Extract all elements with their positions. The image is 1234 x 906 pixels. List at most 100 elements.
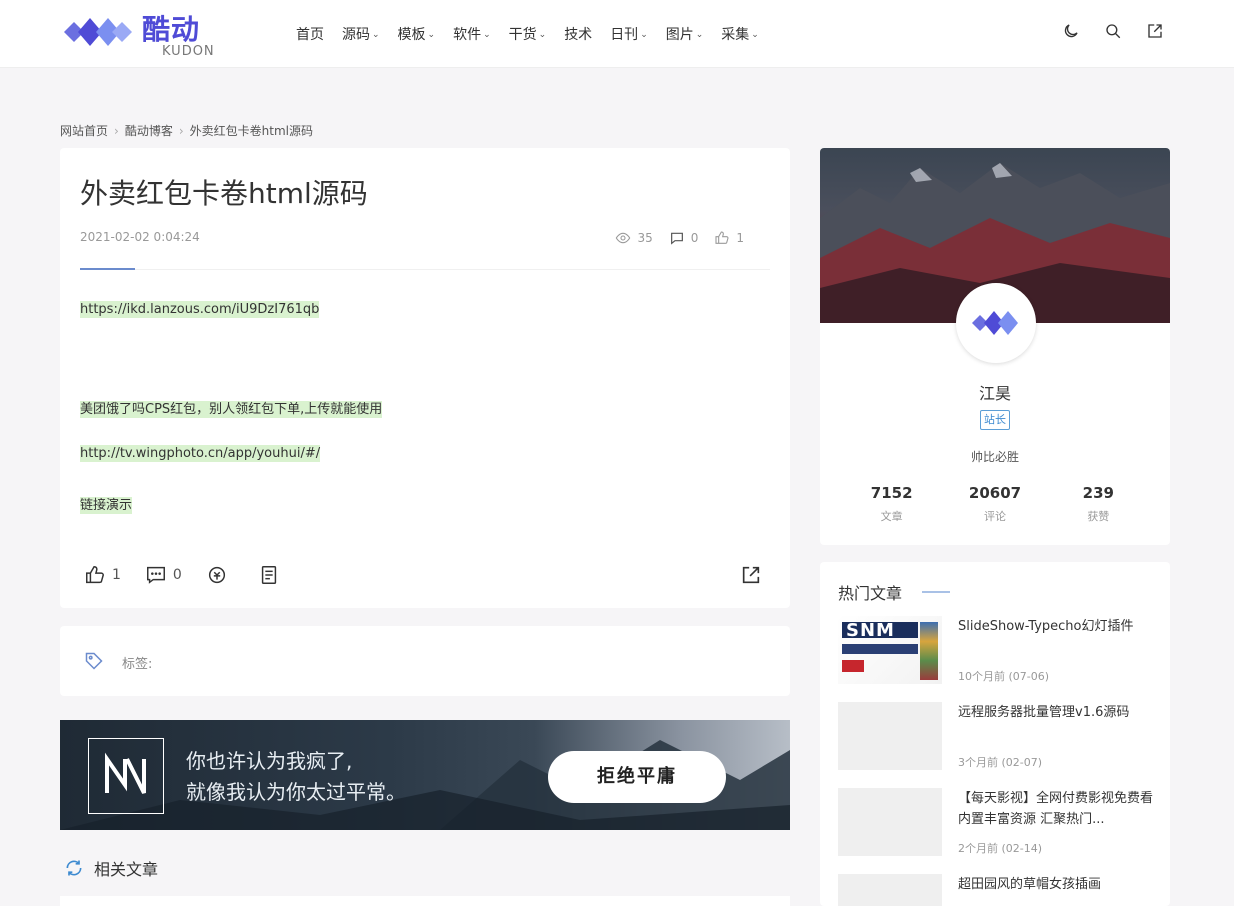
article-thumbnail[interactable] (838, 788, 942, 856)
hot-item-title[interactable]: SlideShow-Typecho幻灯插件 (958, 616, 1154, 637)
admin-badge: 站长 (980, 410, 1010, 430)
logo-text-cn: 酷动 (142, 13, 201, 46)
nav-label: 软件 (453, 27, 482, 43)
chevron-down-icon: ⌄ (372, 30, 380, 40)
breadcrumb-home[interactable]: 网站首页 (60, 124, 108, 138)
title-divider (80, 269, 770, 270)
nav-label: 首页 (296, 27, 324, 43)
chevron-down-icon: ⌄ (695, 30, 704, 40)
list-item[interactable]: 【每天影视】全网付费影视免费看 内置丰富资源 汇聚热门... 2个月前 (02-… (838, 788, 1158, 858)
edit-icon[interactable] (1146, 22, 1164, 40)
avatar-logo-icon (972, 311, 1018, 335)
thumb-decoration (842, 660, 864, 672)
hot-item-title[interactable]: 远程服务器批量管理v1.6源码 (958, 702, 1154, 723)
hot-item-title[interactable]: 超田园风的草帽女孩插画 (958, 874, 1154, 895)
breadcrumb-category[interactable]: 酷动博客 (125, 124, 173, 138)
banner-logo-icon (105, 752, 146, 794)
like-count: 1 (112, 567, 121, 583)
article-date: 2021-02-02 0:04:24 (80, 230, 200, 244)
profile-motto: 帅比必胜 (970, 450, 1019, 464)
search-icon[interactable] (1104, 22, 1122, 40)
poster-button[interactable] (258, 564, 286, 586)
list-item[interactable]: 远程服务器批量管理v1.6源码 3个月前 (02-07) (838, 702, 1158, 772)
reward-icon (208, 566, 225, 584)
list-item[interactable]: SNM SlideShow-Typecho幻灯插件 10个月前 (07-06) (838, 616, 1158, 686)
banner-line-2: 就像我认为你太过平常。 (186, 780, 406, 804)
nav-item-goods[interactable]: 干货 ⌄ (509, 24, 547, 44)
nav-item-home[interactable]: 首页 (296, 24, 324, 44)
article-card: 外卖红包卡卷html源码 2021-02-02 0:04:24 35 0 1 h… (60, 148, 790, 608)
article-thumbnail[interactable] (838, 874, 942, 906)
comment-count: 0 (172, 567, 182, 583)
nav-item-software[interactable]: 软件 ⌄ (453, 24, 491, 44)
hot-item-date: 10个月前 (07-06) (958, 670, 1050, 683)
chevron-down-icon: ⌄ (483, 30, 491, 40)
content-description: 美团饿了吗CPS红包，别人领红包下单,上传就能使用 (80, 401, 383, 418)
tag-icon (85, 652, 103, 670)
avatar[interactable] (956, 283, 1036, 363)
logo-icon (64, 18, 132, 46)
nav-label: 图片 (665, 27, 694, 43)
nav-item-templates[interactable]: 模板 ⌄ (398, 24, 436, 44)
nav-item-images[interactable]: 图片 ⌄ (666, 24, 704, 44)
comment-icon (670, 232, 683, 245)
banner-logo-mark (88, 738, 164, 814)
profile-name: 江昊 (978, 384, 1011, 403)
banner-cta-button[interactable]: 拒绝平庸 (548, 751, 726, 803)
stat-likes: 239 获赞 (1048, 484, 1148, 524)
content-demo-link[interactable]: 链接演示 (80, 497, 133, 514)
article-thumbnail[interactable] (838, 702, 942, 770)
breadcrumb-current: 外卖红包卡卷html源码 (189, 124, 313, 138)
likes-stat: 1 (714, 230, 744, 246)
comments-count: 0 (690, 231, 699, 245)
nav-item-tech[interactable]: 技术 (564, 24, 592, 44)
stat-value: 7152 (870, 484, 913, 502)
nav-label: 日刊 (610, 27, 639, 43)
breadcrumb-separator: › (178, 124, 184, 138)
banner-line-1: 你也许认为我疯了, (186, 749, 353, 773)
nav-item-daily[interactable]: 日刊 ⌄ (610, 24, 648, 44)
chevron-down-icon: ⌄ (640, 30, 648, 40)
moon-icon[interactable] (1062, 22, 1080, 40)
main-nav: 首页 源码 ⌄ 模板 ⌄ 软件 ⌄ 干货 ⌄ 技术 日刊 ⌄ 图片 ⌄ 采集 ⌄ (296, 24, 777, 44)
hot-articles-title: 热门文章 (838, 584, 903, 603)
hot-title-accent (922, 591, 950, 593)
reward-button[interactable] (206, 564, 234, 586)
nav-item-collect[interactable]: 采集 ⌄ (721, 24, 759, 44)
article-thumbnail[interactable]: SNM (838, 616, 942, 684)
stat-comments: 20607 评论 (945, 484, 1045, 524)
related-title: 相关文章 (94, 860, 159, 879)
site-header: 酷动 KUDON 首页 源码 ⌄ 模板 ⌄ 软件 ⌄ 干货 ⌄ 技术 日刊 ⌄ 图片 ⌄ 采… (0, 0, 1234, 68)
views-stat: 35 (615, 230, 653, 246)
stat-value: 20607 (968, 484, 1022, 502)
related-articles-card (60, 896, 790, 906)
comment-button[interactable]: 0 (145, 564, 182, 586)
article-actions: 1 0 (84, 564, 310, 586)
comment-icon (146, 566, 165, 584)
logo-text-en: KUDON (162, 44, 215, 59)
content-link-download[interactable]: https://ikd.lanzous.com/iU9DzI761qb (80, 301, 320, 318)
nav-item-source[interactable]: 源码 ⌄ (342, 24, 380, 44)
breadcrumb-separator: › (114, 124, 119, 138)
site-logo[interactable]: 酷动 KUDON (60, 8, 240, 60)
hot-item-title[interactable]: 【每天影视】全网付费影视免费看 内置丰富资源 汇聚热门... (958, 788, 1154, 830)
breadcrumb: 网站首页 › 酷动博客 › 外卖红包卡卷html源码 (60, 122, 313, 139)
thumbs-up-icon (715, 231, 729, 244)
refresh-icon (66, 860, 82, 876)
share-icon[interactable] (740, 564, 762, 586)
thumb-text: SNM (846, 620, 895, 641)
like-button[interactable]: 1 (84, 564, 121, 586)
hot-item-date: 2个月前 (02-14) (958, 842, 1043, 855)
list-item[interactable]: 超田园风的草帽女孩插画 (838, 874, 1158, 906)
profile-stats: 7152 文章 20607 评论 239 获赞 (840, 484, 1150, 524)
stat-label: 文章 (880, 510, 903, 523)
nav-label: 模板 (397, 27, 426, 43)
stat-articles: 7152 文章 (842, 484, 942, 524)
comments-stat: 0 (669, 230, 699, 246)
related-articles-heading: 相关文章 (64, 856, 158, 880)
stat-label: 评论 (983, 510, 1006, 523)
title-divider-accent (80, 268, 135, 270)
content-link-demo-url[interactable]: http://tv.wingphoto.cn/app/youhui/#/ (80, 445, 321, 462)
nav-label: 技术 (564, 27, 593, 43)
eye-icon (616, 232, 631, 244)
